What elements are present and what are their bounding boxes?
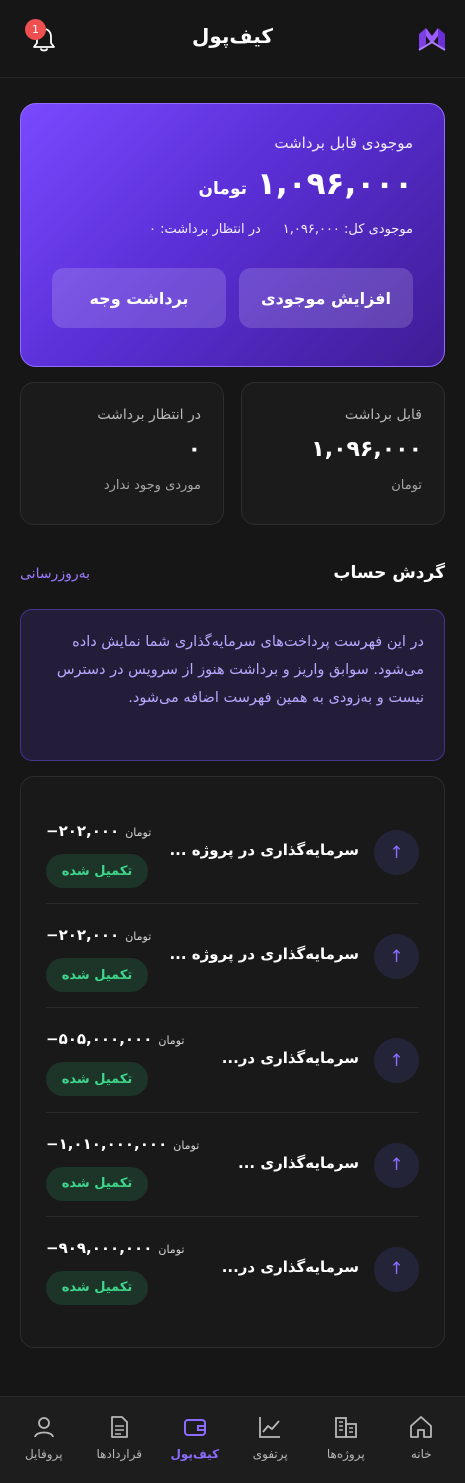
increase-balance-button[interactable]: افزایش موجودی [239,268,413,328]
withdraw-button[interactable]: برداشت وجه [52,268,226,328]
stat-label: در انتظار برداشت [97,407,201,423]
stat-value: ۱,۰۹۶,۰۰۰ [311,437,422,462]
stat-note: تومان [391,478,422,493]
document-icon [111,1416,129,1438]
transaction-row[interactable]: ↑ سرمایه‌گذاری در پروژه ... ۲۰۲,۰۰۰− توم… [46,904,419,1009]
transaction-amount-row: ۱,۰۱۰,۰۰۰,۰۰۰− تومان [46,1135,199,1153]
transaction-unit: تومان [125,826,152,839]
pending-withdrawal: در انتظار برداشت: ۰ [149,222,261,237]
transaction-amount-row: ۲۰۲,۰۰۰− تومان [46,926,151,944]
transaction-amount: ۲۰۲,۰۰۰− [46,926,120,945]
transaction-amount: ۹۰۹,۰۰۰,۰۰۰− [46,1238,153,1257]
stat-label: قابل برداشت [344,407,422,423]
balance-actions: افزایش موجودی برداشت وجه [52,268,413,328]
nav-profile[interactable]: پروفایل [7,1397,81,1483]
transaction-title: سرمایه‌گذاری در... [221,1257,359,1276]
arrow-up-icon: ↑ [374,1038,419,1084]
user-icon [33,1417,54,1438]
pending-stat-card: در انتظار برداشت ۰ موردی وجود ندارد [20,382,224,525]
available-stat-card: قابل برداشت ۱,۰۹۶,۰۰۰ تومان [241,382,445,525]
wallet-icon [183,1419,206,1436]
nav-portfolio[interactable]: پرتفوی [233,1397,307,1483]
transaction-amount-row: ۲۰۲,۰۰۰− تومان [46,822,151,840]
transaction-title: سرمایه‌گذاری در پروژه ... [169,945,359,964]
nav-contracts[interactable]: قراردادها [82,1397,156,1483]
transaction-amount: ۲۰۲,۰۰۰− [46,822,120,840]
app-header: 1 کیف‌پول [0,0,465,78]
available-balance-label: موجودی قابل برداشت [274,134,413,152]
transactions-list: ↑ سرمایه‌گذاری در پروژه ... ۲۰۲,۰۰۰− توم… [20,776,445,1348]
balance-card: موجودی قابل برداشت ۱,۰۹۶,۰۰۰ تومان موجود… [20,103,445,367]
nav-home[interactable]: خانه [384,1397,458,1483]
transaction-row[interactable]: ↑ سرمایه‌گذاری ... ۱,۰۱۰,۰۰۰,۰۰۰− تومان … [46,1113,419,1217]
arrow-up-icon: ↑ [374,934,419,980]
home-icon [410,1416,433,1438]
balance-amount-row: ۱,۰۹۶,۰۰۰ تومان [52,166,413,202]
total-balance: موجودی کل: ۱,۰۹۶,۰۰۰ [282,222,413,237]
info-box: در این فهرست پرداخت‌های سرمایه‌گذاری شما… [20,609,445,761]
bottom-nav: خانه پروژه‌ها پرتفوی کیف‌پول قراردادها [0,1396,465,1483]
status-badge: تکمیل شده [46,1062,148,1097]
transaction-amount-row: ۹۰۹,۰۰۰,۰۰۰− تومان [46,1239,184,1257]
transaction-row[interactable]: ↑ سرمایه‌گذاری در پروژه ... ۲۰۲,۰۰۰− توم… [46,800,419,905]
transaction-amount: ۱,۰۱۰,۰۰۰,۰۰۰− [46,1134,168,1153]
transaction-title: سرمایه‌گذاری ... [238,1153,359,1172]
nav-label: قراردادها [96,1447,143,1461]
nav-label: خانه [410,1447,432,1461]
stat-note: موردی وجود ندارد [103,478,201,493]
buildings-icon [334,1417,357,1438]
transaction-amount: ۵۰۵,۰۰۰,۰۰۰− [46,1030,153,1049]
nav-projects[interactable]: پروژه‌ها [309,1397,383,1483]
status-badge: تکمیل شده [46,854,148,888]
nav-label: پروفایل [24,1447,63,1461]
nav-wallet[interactable]: کیف‌پول [158,1397,232,1483]
balance-unit: تومان [198,179,247,199]
transaction-unit: تومان [125,930,152,944]
chart-line-icon [259,1417,281,1438]
transaction-title: سرمایه‌گذاری در پروژه ... [169,841,359,859]
brand-logo[interactable] [417,24,447,54]
arrow-up-icon: ↑ [374,830,419,875]
refresh-link[interactable]: به‌روزرسانی [20,566,90,582]
section-title: گردش حساب [333,563,445,583]
transaction-unit: تومان [158,1242,185,1256]
arrow-up-icon: ↑ [374,1142,419,1188]
balance-subinfo: موجودی کل: ۱,۰۹۶,۰۰۰ در انتظار برداشت: ۰ [52,222,413,237]
transaction-title: سرمایه‌گذاری در... [221,1049,359,1068]
arrow-up-icon: ↑ [374,1246,419,1292]
transaction-row[interactable]: ↑ سرمایه‌گذاری در... ۵۰۵,۰۰۰,۰۰۰− تومان … [46,1008,419,1113]
transaction-unit: تومان [173,1138,200,1152]
transaction-amount-row: ۵۰۵,۰۰۰,۰۰۰− تومان [46,1030,184,1048]
nav-label: کیف‌پول [170,1447,220,1461]
status-badge: تکمیل شده [46,1270,148,1305]
balance-amount: ۱,۰۹۶,۰۰۰ [257,166,413,202]
nav-label: پرتفوی [252,1447,288,1461]
nav-label: پروژه‌ها [326,1447,365,1461]
transaction-row[interactable]: ↑ سرمایه‌گذاری در... ۹۰۹,۰۰۰,۰۰۰− تومان … [46,1217,419,1321]
stat-value: ۰ [187,437,201,462]
status-badge: تکمیل شده [46,1166,148,1201]
page-title: کیف‌پول [191,24,273,48]
transaction-unit: تومان [158,1034,185,1048]
status-badge: تکمیل شده [46,958,148,993]
